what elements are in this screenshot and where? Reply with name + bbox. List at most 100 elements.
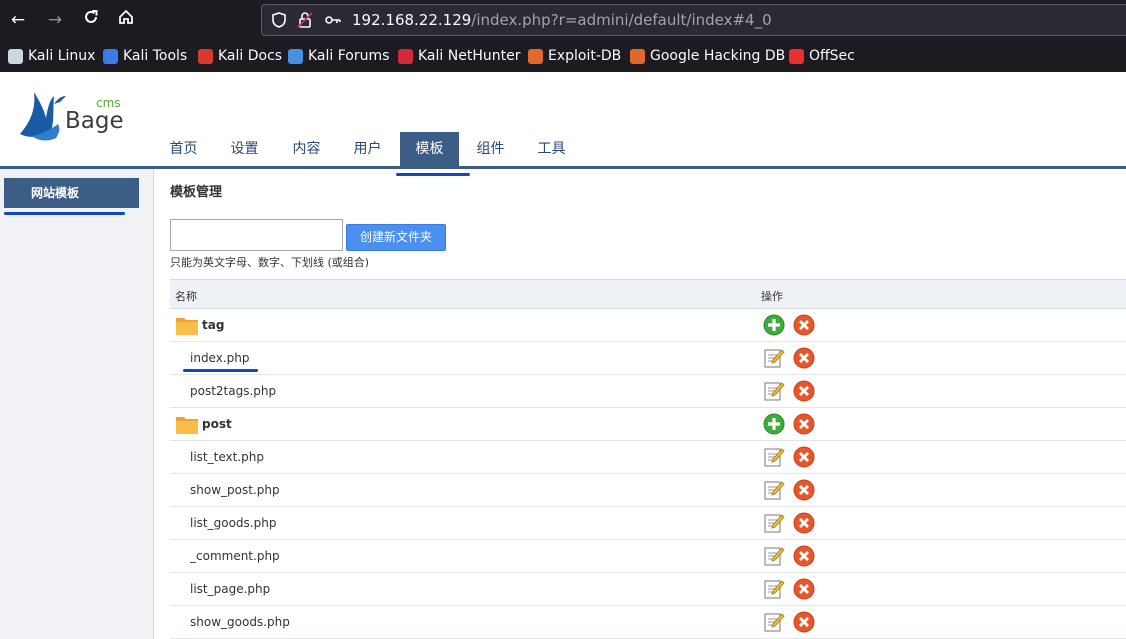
kali-dragon-icon — [8, 48, 23, 64]
main-content: 模板管理 创建新文件夹 只能为英文字母、数字、下划线 (或组合) 名称 操作 t… — [155, 169, 1126, 639]
delete-icon[interactable] — [793, 446, 815, 468]
file-row: list_goods.php — [170, 507, 1126, 540]
bookmark-2[interactable]: Kali Tools — [103, 47, 187, 65]
forward-arrow-icon[interactable]: → — [43, 8, 67, 32]
back-arrow-icon[interactable]: ← — [6, 8, 30, 32]
file-name-link[interactable]: post2tags.php — [190, 384, 276, 398]
file-name-link[interactable]: _comment.php — [190, 549, 280, 563]
file-row: index.php — [170, 342, 1126, 375]
nav-tab-1[interactable]: 首页 — [160, 132, 207, 166]
nav-tab-2[interactable]: 设置 — [221, 132, 268, 166]
bookmark-label: Google Hacking DB — [650, 48, 786, 64]
file-name-link[interactable]: list_page.php — [190, 582, 270, 596]
kali-forums-icon — [288, 48, 303, 64]
sidebar-item-website-templates[interactable]: 网站模板 — [4, 178, 139, 208]
logo-bage-text: Bage — [65, 108, 124, 134]
bagecms-logo: cms Bage — [18, 84, 133, 144]
file-row: show_post.php — [170, 474, 1126, 507]
url-host: 192.168.22.129 — [352, 11, 472, 29]
file-row: show_goods.php — [170, 606, 1126, 639]
edit-file-icon[interactable] — [763, 380, 785, 402]
nav-tab-6[interactable]: 组件 — [467, 132, 514, 166]
bookmark-label: Exploit-DB — [548, 48, 622, 64]
url-text[interactable]: 192.168.22.129/index.php?r=admini/defaul… — [352, 11, 772, 29]
add-file-icon[interactable] — [763, 413, 785, 435]
delete-icon[interactable] — [793, 578, 815, 600]
folder-row: post — [170, 408, 1126, 441]
file-name-link[interactable]: list_text.php — [190, 450, 264, 464]
delete-icon[interactable] — [793, 512, 815, 534]
cms-admin-page: cms Bage 首页 设置 内容 用户 模板 组件 工具 网站模板 模板管理 创建新文件夹… — [0, 72, 1126, 639]
bookmark-5[interactable]: Kali NetHunter — [398, 47, 520, 65]
sidebar-item-label: 网站模板 — [31, 186, 80, 200]
bookmark-7[interactable]: Google Hacking DB — [630, 47, 785, 65]
kali-docs-icon — [198, 48, 213, 64]
table-header: 名称 操作 — [170, 279, 1126, 309]
edit-file-icon[interactable] — [763, 545, 785, 567]
edit-file-icon[interactable] — [763, 578, 785, 600]
nav-tab-7[interactable]: 工具 — [528, 132, 575, 166]
edit-file-icon[interactable] — [763, 446, 785, 468]
bird-logo-icon: cms Bage — [20, 92, 124, 141]
folder-name-hint: 只能为英文字母、数字、下划线 (或组合) — [170, 256, 370, 269]
edit-file-icon[interactable] — [763, 611, 785, 633]
delete-icon[interactable] — [793, 545, 815, 567]
insecure-lock-icon[interactable] — [296, 11, 314, 29]
key-icon[interactable] — [324, 11, 342, 29]
url-path: /index.php?r=admini/default/index#4_0 — [471, 11, 772, 29]
annotation-underline — [4, 212, 125, 215]
folder-name[interactable]: post — [202, 417, 232, 431]
delete-icon[interactable] — [793, 479, 815, 501]
column-header-actions: 操作 — [761, 290, 783, 303]
reload-icon[interactable] — [79, 8, 103, 32]
delete-icon[interactable] — [793, 413, 815, 435]
annotation-underline — [183, 369, 258, 372]
bookmark-1[interactable]: Kali Linux — [8, 47, 95, 65]
sidebar: 网站模板 — [0, 169, 154, 639]
kali-nethunter-icon — [398, 48, 413, 64]
delete-icon[interactable] — [793, 380, 815, 402]
file-name-link[interactable]: list_goods.php — [190, 516, 276, 530]
bookmark-label: Kali Docs — [218, 48, 283, 64]
file-row: list_text.php — [170, 441, 1126, 474]
bookmarks-toolbar: Kali Linux Kali Tools Kali Docs Kali Forums… — [0, 40, 1126, 72]
exploit-db-icon — [528, 48, 543, 64]
bookmark-label: OffSec — [809, 48, 855, 64]
delete-icon[interactable] — [793, 314, 815, 336]
nav-tab-3[interactable]: 内容 — [283, 132, 330, 166]
page-title: 模板管理 — [170, 185, 223, 200]
edit-file-icon[interactable] — [763, 512, 785, 534]
folder-icon — [176, 417, 198, 434]
add-file-icon[interactable] — [763, 314, 785, 336]
edit-file-icon[interactable] — [763, 479, 785, 501]
bookmark-3[interactable]: Kali Docs — [198, 47, 282, 65]
url-bar[interactable]: 192.168.22.129/index.php?r=admini/defaul… — [261, 4, 1126, 36]
bookmark-label: Kali NetHunter — [418, 48, 521, 64]
bookmark-4[interactable]: Kali Forums — [288, 47, 389, 65]
bookmark-label: Kali Tools — [123, 48, 188, 64]
delete-icon[interactable] — [793, 347, 815, 369]
file-name-link[interactable]: show_goods.php — [190, 615, 290, 629]
bookmark-label: Kali Linux — [28, 48, 96, 64]
delete-icon[interactable] — [793, 611, 815, 633]
column-header-name: 名称 — [175, 290, 197, 303]
bookmark-8[interactable]: OffSec — [789, 47, 855, 65]
create-folder-button[interactable]: 创建新文件夹 — [346, 224, 446, 251]
kali-tools-icon — [103, 48, 118, 64]
nav-tab-4[interactable]: 用户 — [344, 132, 391, 166]
template-table: 名称 操作 tag index.php post2tags.php post list_… — [170, 279, 1126, 639]
shield-icon[interactable] — [270, 11, 288, 29]
file-row: post2tags.php — [170, 375, 1126, 408]
bookmark-6[interactable]: Exploit-DB — [528, 47, 621, 65]
folder-name[interactable]: tag — [202, 318, 224, 332]
bookmark-label: Kali Forums — [308, 48, 390, 64]
file-row: list_page.php — [170, 573, 1126, 606]
folder-row: tag — [170, 309, 1126, 342]
file-name-link[interactable]: index.php — [190, 351, 249, 365]
browser-toolbar: ← → 192.168.22.129/index.php?r=admini/de… — [0, 0, 1126, 40]
file-name-link[interactable]: show_post.php — [190, 483, 280, 497]
home-icon[interactable] — [114, 8, 138, 32]
nav-tab-5[interactable]: 模板 — [400, 132, 459, 166]
edit-file-icon[interactable] — [763, 347, 785, 369]
folder-name-input[interactable] — [170, 219, 343, 251]
